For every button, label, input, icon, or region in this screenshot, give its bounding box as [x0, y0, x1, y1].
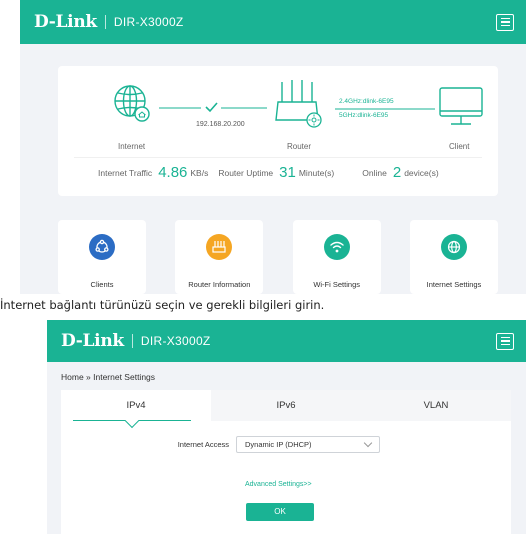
menu-icon[interactable] — [496, 13, 514, 31]
router-information-tile-label: Router Information — [188, 280, 251, 289]
model-name-2: DIR-X3000Z — [140, 334, 211, 348]
breadcrumb[interactable]: Home » Internet Settings — [61, 372, 155, 382]
uptime-value: 31 — [279, 164, 296, 181]
clients-tile[interactable]: Clients — [58, 220, 146, 294]
internet-label: Internet — [118, 142, 146, 151]
protocol-tabs: IPv4 IPv6 VLAN — [61, 390, 511, 429]
wan-ip-address: 192.168.20.200 — [196, 121, 245, 128]
wifi-settings-tile-label: Wi-Fi Settings — [313, 280, 360, 289]
internet-access-select[interactable]: Dynamic IP (DHCP) — [236, 436, 380, 453]
uptime-label: Router Uptime — [218, 167, 274, 178]
tab-vlan-label: VLAN — [423, 400, 449, 411]
internet-settings-tile[interactable]: Internet Settings — [409, 220, 498, 294]
top-header: D-Link DIR-X3000Z — [20, 0, 526, 44]
tab-ipv4[interactable]: IPv4 — [61, 390, 211, 429]
tab-ipv6[interactable]: IPv6 — [211, 390, 361, 421]
wifi-settings-tile[interactable]: Wi-Fi Settings — [292, 220, 381, 294]
chevron-down-icon — [363, 438, 373, 448]
dashboard-panel: D-Link DIR-X3000Z Internet 192.168.20.20… — [20, 0, 526, 294]
traffic-unit: KB/s — [190, 167, 209, 178]
tab-ipv6-label: IPv6 — [276, 400, 296, 411]
instruction-caption: İnternet bağlantı türünüzü seçin ve gere… — [0, 298, 325, 312]
tab-ipv4-label: IPv4 — [126, 400, 146, 411]
settings-card: IPv4 IPv6 VLAN Internet Access Dynamic I… — [61, 390, 511, 534]
client-label: Client — [449, 142, 470, 151]
internet-access-value: Dynamic IP (DHCP) — [245, 440, 312, 449]
clients-tile-label: Clients — [90, 280, 114, 289]
model-name: DIR-X3000Z — [113, 15, 184, 29]
brand-logo: D-Link — [34, 12, 97, 32]
router-info-icon — [206, 234, 233, 260]
internet-access-label: Internet Access — [177, 440, 229, 449]
client-monitor-icon[interactable] — [438, 86, 484, 130]
tab-vlan[interactable]: VLAN — [361, 390, 511, 421]
online-value: 2 — [392, 164, 402, 181]
online-unit: device(s) — [404, 167, 439, 178]
network-topology-card: Internet 192.168.20.200 Router 2.4GHz:dl… — [58, 66, 498, 196]
quick-access-tiles: Clients Router Information Wi-Fi Setting… — [58, 220, 498, 294]
menu-icon-2[interactable] — [496, 332, 514, 350]
ok-button[interactable]: OK — [246, 503, 314, 521]
brand-logo-2: D-Link — [61, 331, 124, 351]
internet-globe-icon[interactable] — [112, 83, 152, 123]
internet-settings-panel: D-Link DIR-X3000Z Home » Internet Settin… — [47, 320, 526, 534]
router-label: Router — [287, 142, 312, 151]
globe-settings-icon — [440, 234, 467, 260]
traffic-value: 4.86 — [158, 164, 188, 181]
internet-settings-tile-label: Internet Settings — [426, 280, 482, 289]
top-header-2: D-Link DIR-X3000Z — [47, 320, 526, 362]
internet-access-row: Internet Access Dynamic IP (DHCP) — [61, 436, 511, 453]
online-label: Online — [362, 167, 387, 178]
wifi-icon — [323, 234, 350, 260]
internet-connection-line — [159, 102, 267, 113]
router-information-tile[interactable]: Router Information — [175, 220, 264, 294]
header-divider-2 — [131, 334, 133, 348]
active-tab-caret — [124, 413, 140, 429]
ssid-5ghz: 5GHz:dlink-6E95 — [339, 112, 389, 119]
advanced-settings-link[interactable]: Advanced Settings>> — [61, 481, 511, 488]
router-icon[interactable] — [272, 78, 324, 130]
clients-icon — [89, 234, 115, 260]
ssid-24ghz: 2.4GHz:dlink-6E95 — [339, 98, 394, 105]
traffic-label: Internet Traffic — [98, 167, 153, 178]
uptime-unit: Minute(s) — [298, 167, 335, 178]
header-divider — [104, 15, 106, 29]
status-bar: Internet Traffic 4.86 KB/s Router Uptime… — [74, 157, 482, 187]
